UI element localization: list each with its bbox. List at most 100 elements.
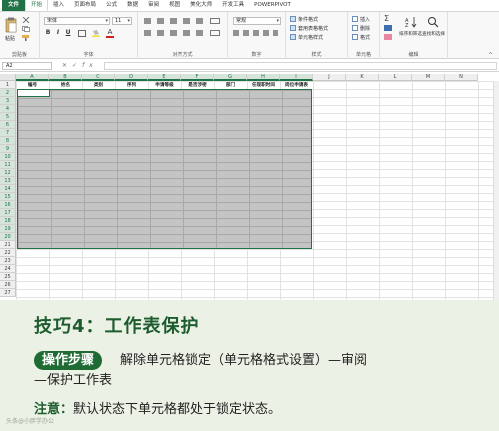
find-select-button[interactable]: 查找和选择: [422, 31, 445, 37]
format-as-table-button[interactable]: 套用表格格式: [298, 25, 328, 32]
column-header-k[interactable]: K: [346, 74, 379, 81]
row-header-27[interactable]: 27: [0, 289, 16, 297]
row-header-24[interactable]: 24: [0, 265, 16, 273]
row-header-22[interactable]: 22: [0, 249, 16, 257]
table-header-cell[interactable]: 部门: [214, 82, 247, 89]
collapse-ribbon-icon[interactable]: ^: [488, 52, 493, 59]
row-header-12[interactable]: 12: [0, 169, 16, 177]
clear-icon[interactable]: [384, 34, 392, 40]
column-header-n[interactable]: N: [445, 74, 478, 81]
fx-icon[interactable]: fx: [82, 62, 98, 69]
column-header-d[interactable]: D: [115, 74, 148, 81]
select-all-corner[interactable]: [0, 74, 16, 81]
paste-label[interactable]: 粘贴: [5, 35, 15, 42]
column-header-j[interactable]: J: [313, 74, 346, 81]
row-header-5[interactable]: 5: [0, 113, 16, 121]
column-header-i[interactable]: I: [280, 74, 313, 81]
table-header-cell[interactable]: 申请等级: [148, 82, 181, 89]
border-icon[interactable]: [78, 30, 86, 37]
worksheet-grid[interactable]: ABCDEFGHIJKLMN 1 2 3 4 5 6 7 8 9 10 11 12 13 14 15 16 17…: [0, 74, 499, 300]
row-header-21[interactable]: 21: [0, 241, 16, 249]
tab-view[interactable]: 视图: [164, 0, 185, 11]
tab-formulas[interactable]: 公式: [101, 0, 122, 11]
tab-powerpivot[interactable]: POWERPIVOT: [249, 0, 296, 11]
row-header-9[interactable]: 9: [0, 145, 16, 153]
tab-home[interactable]: 开始: [25, 0, 49, 11]
row-header-19[interactable]: 19: [0, 225, 16, 233]
tab-review[interactable]: 审阅: [143, 0, 164, 11]
row-header-20[interactable]: 20: [0, 233, 16, 241]
format-button[interactable]: 格式: [360, 34, 370, 41]
tab-file[interactable]: 文件: [2, 0, 26, 11]
row-header-10[interactable]: 10: [0, 153, 16, 161]
row-header-3[interactable]: 3: [0, 97, 16, 105]
tab-developer[interactable]: 开发工具: [217, 0, 249, 11]
formula-input[interactable]: [104, 62, 497, 70]
tab-page-layout[interactable]: 页面布局: [69, 0, 101, 11]
autosum-icon[interactable]: Σ: [384, 15, 392, 23]
column-header-l[interactable]: L: [379, 74, 412, 81]
font-size-select[interactable]: 11 ▾: [112, 17, 132, 25]
underline-button[interactable]: U: [64, 29, 72, 37]
column-header-f[interactable]: F: [181, 74, 214, 81]
row-header-1[interactable]: 1: [0, 81, 16, 89]
cancel-icon[interactable]: ✕: [62, 62, 72, 69]
paste-icon[interactable]: [5, 17, 17, 33]
active-cell[interactable]: [17, 89, 50, 97]
merge-center-icon[interactable]: [210, 30, 220, 36]
sort-filter-icon[interactable]: AZ: [405, 16, 417, 29]
bold-button[interactable]: B: [44, 29, 52, 37]
row-header-2[interactable]: 2: [0, 89, 16, 97]
row-header-23[interactable]: 23: [0, 257, 16, 265]
italic-button[interactable]: I: [54, 29, 62, 37]
row-header-17[interactable]: 17: [0, 209, 16, 217]
enter-icon[interactable]: ✓: [72, 62, 82, 69]
row-header-7[interactable]: 7: [0, 129, 16, 137]
wrap-text-icon[interactable]: [210, 18, 220, 24]
vertical-scrollbar[interactable]: [493, 81, 499, 300]
fill-color-icon[interactable]: [92, 30, 100, 37]
row-header-16[interactable]: 16: [0, 201, 16, 209]
table-header-cell[interactable]: 姓名: [49, 82, 82, 89]
number-format-select[interactable]: 常规 ▾: [233, 17, 281, 25]
vertical-align-icons[interactable]: [144, 18, 204, 24]
row-header-25[interactable]: 25: [0, 273, 16, 281]
column-header-c[interactable]: C: [82, 74, 115, 81]
row-header-14[interactable]: 14: [0, 185, 16, 193]
column-header-h[interactable]: H: [247, 74, 280, 81]
tab-data[interactable]: 数据: [122, 0, 143, 11]
horizontal-align-icons[interactable]: [144, 30, 204, 36]
table-header-cell[interactable]: 序列: [115, 82, 148, 89]
row-header-26[interactable]: 26: [0, 281, 16, 289]
selected-range[interactable]: [17, 89, 312, 249]
row-header-6[interactable]: 6: [0, 121, 16, 129]
tab-insert[interactable]: 插入: [48, 0, 69, 11]
font-name-select[interactable]: 宋体 ▾: [44, 17, 110, 25]
table-header-cell[interactable]: 类别: [82, 82, 115, 89]
tab-beautify[interactable]: 美化大师: [185, 0, 217, 11]
find-select-icon[interactable]: [427, 16, 439, 28]
cut-icon[interactable]: [22, 16, 30, 24]
row-header-13[interactable]: 13: [0, 177, 16, 185]
column-header-a[interactable]: A: [16, 74, 49, 81]
row-header-15[interactable]: 15: [0, 193, 16, 201]
format-painter-icon[interactable]: [22, 35, 30, 41]
table-header-cell[interactable]: 岗位申请表: [280, 82, 313, 89]
cell-styles-button[interactable]: 单元格样式: [298, 34, 323, 41]
copy-icon[interactable]: [22, 26, 30, 32]
column-header-b[interactable]: B: [49, 74, 82, 81]
table-header-cell[interactable]: 任现职时间: [247, 82, 280, 89]
column-header-e[interactable]: E: [148, 74, 181, 81]
number-format-icons[interactable]: [233, 30, 278, 36]
insert-button[interactable]: 插入: [360, 16, 370, 23]
delete-button[interactable]: 删除: [360, 25, 370, 32]
table-header-cell[interactable]: 编号: [16, 82, 49, 89]
row-header-8[interactable]: 8: [0, 137, 16, 145]
name-box[interactable]: A2: [2, 62, 52, 70]
conditional-format-button[interactable]: 条件格式: [298, 16, 318, 23]
column-header-m[interactable]: M: [412, 74, 445, 81]
row-header-11[interactable]: 11: [0, 161, 16, 169]
column-header-g[interactable]: G: [214, 74, 247, 81]
fill-icon[interactable]: [384, 25, 392, 31]
row-header-4[interactable]: 4: [0, 105, 16, 113]
